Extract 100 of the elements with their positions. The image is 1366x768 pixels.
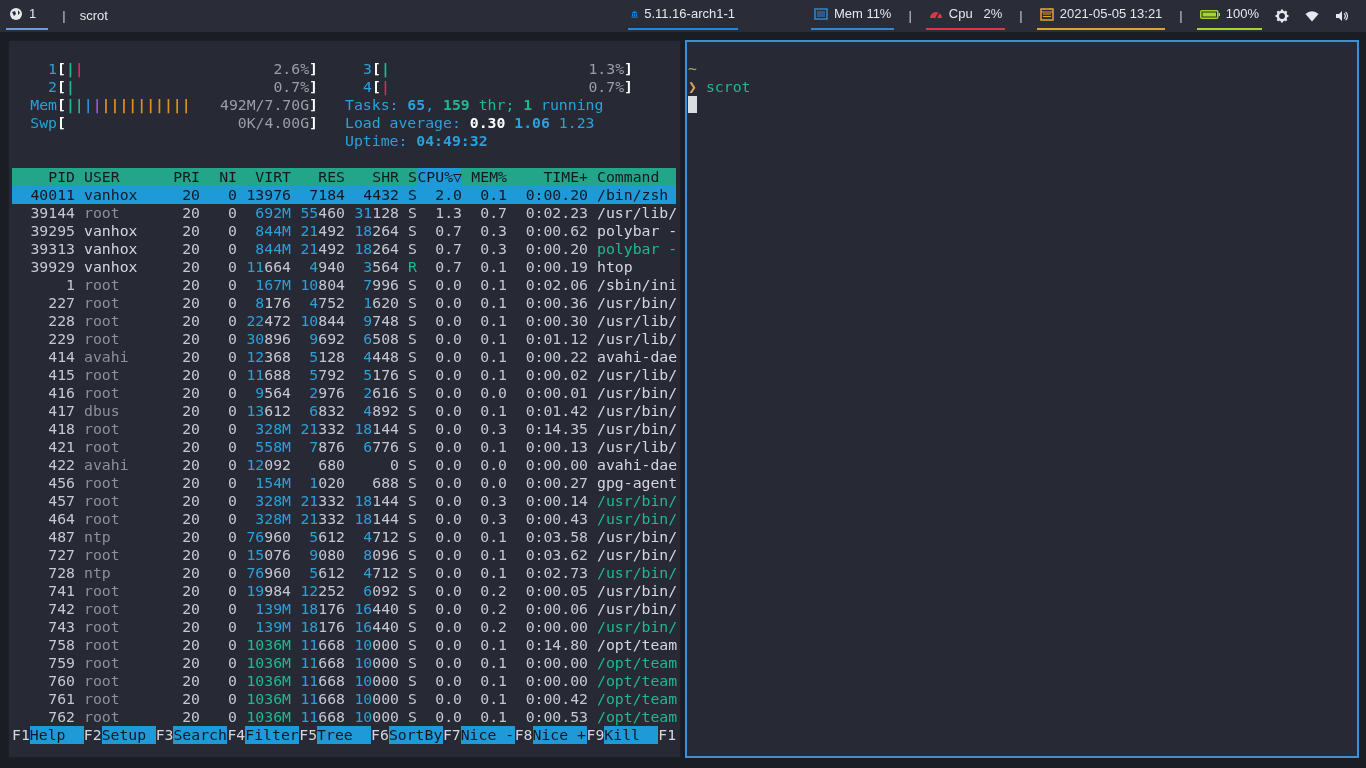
table-cell-text: root — [83, 474, 121, 492]
bar-module[interactable]: 5.11.16-arch1-1 — [628, 0, 738, 30]
column-header[interactable]: CPU%▽ — [417, 168, 462, 186]
function-key-button[interactable]: Filter — [245, 726, 300, 744]
process-row[interactable]: 760 root 20 0 1036M 11668 10000 S 0.0 0.1 0:00.00 /opt/team — [12, 672, 676, 690]
function-key-button[interactable]: Nice + — [532, 726, 587, 744]
table-cell-text: S — [407, 402, 417, 420]
table-cell-text: S — [407, 240, 417, 258]
table-cell-text: root — [83, 636, 121, 654]
table-cell-text: 0.1 — [479, 546, 507, 564]
function-key-button[interactable]: Nice - — [460, 726, 515, 744]
column-header[interactable]: USER — [75, 168, 170, 186]
process-row[interactable]: 414 avahi 20 0 12368 5128 4448 S 0.0 0.1 0:00.22 avahi-dae — [12, 348, 676, 366]
column-header[interactable]: Command — [588, 168, 678, 186]
table-cell-text: 20 — [181, 690, 200, 708]
process-row[interactable]: 229 root 20 0 30896 9692 6508 S 0.0 0.1 0:01.12 /usr/lib/ — [12, 330, 676, 348]
table-cell-text: 328M — [254, 510, 291, 528]
key-label: F1 — [12, 726, 30, 744]
column-header[interactable]: NI — [200, 168, 237, 186]
function-key-button[interactable]: Tree — [317, 726, 372, 744]
process-row[interactable]: 417 dbus 20 0 13612 6832 4892 S 0.0 0.1 0:01.42 /usr/bin/ — [12, 402, 676, 420]
process-row[interactable]: 742 root 20 0 139M 18176 16440 S 0.0 0.2 0:00.06 /usr/bin/ — [12, 600, 676, 618]
bar-module[interactable]: Cpu 2% — [925, 0, 1006, 30]
table-cell-text: root — [83, 654, 121, 672]
function-key-button[interactable]: Search — [173, 726, 228, 744]
bracket: [ — [57, 78, 66, 96]
function-key-button[interactable]: Help — [29, 726, 84, 744]
process-row[interactable]: 1 root 20 0 167M 10804 7996 S 0.0 0.1 0:02.06 /sbin/ini — [12, 276, 676, 294]
function-key-button[interactable]: SortBy — [388, 726, 443, 744]
bracket: ] — [309, 60, 318, 78]
table-cell-text: S — [407, 546, 417, 564]
table-cell-text: 11668 — [299, 690, 345, 708]
process-row[interactable]: 422 avahi 20 0 12092 680 0 S 0.0 0.0 0:00.00 avahi-dae — [12, 456, 676, 474]
process-row[interactable]: 421 root 20 0 558M 7876 6776 S 0.0 0.1 0:00.13 /usr/lib/ — [12, 438, 676, 456]
table-cell-text: 761 — [47, 690, 75, 708]
table-cell-text: S — [407, 600, 417, 618]
bar-module[interactable]: 2021-05-05 13:21 — [1036, 0, 1166, 30]
table-cell-text: 0:00.20 — [524, 240, 588, 258]
process-row[interactable]: 741 root 20 0 19984 12252 6092 S 0.0 0.2 0:00.05 /usr/bin/ — [12, 582, 676, 600]
process-row[interactable]: 758 root 20 0 1036M 11668 10000 S 0.0 0.1 0:14.80 /opt/team — [12, 636, 676, 654]
process-row[interactable]: 40011 vanhox 20 0 13976 7184 4432 S 2.0 0.1 0:00.20 /bin/zsh — [12, 186, 676, 204]
table-cell-text: 10000 — [353, 708, 399, 726]
column-header[interactable]: PRI — [170, 168, 200, 186]
table-cell-text: 0.1 — [479, 276, 507, 294]
table-cell-text: 0 — [227, 222, 237, 240]
meter-tick-text: | — [65, 78, 75, 96]
process-row[interactable]: 416 root 20 0 9564 2976 2616 S 0.0 0.0 0:00.01 /usr/bin/ — [12, 384, 676, 402]
key-label: F3 — [155, 726, 174, 744]
info-line: Load average: 0.30 1.06 1.23 — [345, 114, 595, 132]
table-cell-text: 1036M — [245, 672, 291, 690]
process-row[interactable]: 39295 vanhox 20 0 844M 21492 18264 S 0.7 0.3 0:00.62 polybar - — [12, 222, 676, 240]
wifi-icon[interactable] — [1305, 9, 1319, 23]
process-row[interactable]: 743 root 20 0 139M 18176 16440 S 0.0 0.2 0:00.00 /usr/bin/ — [12, 618, 676, 636]
table-cell-text: 7996 — [362, 276, 399, 294]
process-row[interactable]: 457 root 20 0 328M 21332 18144 S 0.0 0.3 0:00.14 /usr/bin/ — [12, 492, 676, 510]
table-cell-text: /opt/team — [596, 636, 678, 654]
bar-module[interactable]: 100% — [1196, 0, 1262, 30]
terminal-pane[interactable]: ~ ❯ scrot — [685, 40, 1359, 758]
process-row[interactable]: 39929 vanhox 20 0 11664 4940 3564 R 0.7 0.1 0:00.19 htop — [12, 258, 676, 276]
column-header[interactable]: VIRT — [237, 168, 291, 186]
bar-module[interactable]: 1 — [6, 0, 49, 30]
column-header[interactable]: TIME+ — [507, 168, 588, 186]
battery-icon — [1199, 7, 1220, 21]
table-cell-text: 20 — [181, 348, 200, 366]
meter-tick-text: | — [380, 60, 390, 78]
process-row[interactable]: 228 root 20 0 22472 10844 9748 S 0.0 0.1 0:00.30 /usr/lib/ — [12, 312, 676, 330]
process-row[interactable]: 727 root 20 0 15076 9080 8096 S 0.0 0.1 0:03.62 /usr/bin/ — [12, 546, 676, 564]
process-row[interactable]: 227 root 20 0 8176 4752 1620 S 0.0 0.1 0:00.36 /usr/bin/ — [12, 294, 676, 312]
table-cell-text: 0.0 — [434, 492, 462, 510]
table-cell-text: 0.0 — [434, 348, 462, 366]
table-cell-text: 6092 — [362, 582, 399, 600]
process-row[interactable]: 418 root 20 0 328M 21332 18144 S 0.0 0.3 0:14.35 /usr/bin/ — [12, 420, 676, 438]
process-row[interactable]: 39313 vanhox 20 0 844M 21492 18264 S 0.7 0.3 0:00.20 polybar - — [12, 240, 676, 258]
table-cell-text: 0:00.00 — [524, 672, 588, 690]
table-cell-text: 5612 — [308, 528, 345, 546]
function-key-button[interactable]: Setup — [101, 726, 156, 744]
process-row[interactable]: 456 root 20 0 154M 1020 688 S 0.0 0.0 0:00.27 gpg-agent — [12, 474, 676, 492]
column-header[interactable]: MEM% — [462, 168, 507, 186]
column-header[interactable]: S — [399, 168, 417, 186]
process-row[interactable]: 415 root 20 0 11688 5792 5176 S 0.0 0.1 0:00.02 /usr/lib/ — [12, 366, 676, 384]
process-row[interactable]: 39144 root 20 0 692M 55460 31128 S 1.3 0.7 0:02.23 /usr/lib/ — [12, 204, 676, 222]
column-header[interactable]: PID — [12, 168, 75, 186]
function-key-button[interactable]: Kill — [604, 726, 659, 744]
table-cell-text: 456 — [47, 474, 75, 492]
column-header[interactable]: RES — [291, 168, 345, 186]
column-header[interactable]: SHR — [345, 168, 399, 186]
process-row[interactable]: 487 ntp 20 0 76960 5612 4712 S 0.0 0.1 0:03.58 /usr/bin/ — [12, 528, 676, 546]
volume-icon[interactable] — [1335, 9, 1349, 23]
table-cell-text: 18176 — [299, 618, 345, 636]
settings-icon[interactable] — [1275, 9, 1289, 23]
table-cell-text: 1620 — [362, 294, 399, 312]
process-row[interactable]: 761 root 20 0 1036M 11668 10000 S 0.0 0.1 0:00.42 /opt/team — [12, 690, 676, 708]
process-row[interactable]: 762 root 20 0 1036M 11668 10000 S 0.0 0.1 0:00.53 /opt/team — [12, 708, 676, 726]
table-cell-text: S — [407, 330, 417, 348]
table-cell-text: 16440 — [353, 600, 399, 618]
process-row[interactable]: 464 root 20 0 328M 21332 18144 S 0.0 0.3 0:00.43 /usr/bin/ — [12, 510, 676, 528]
meter-label: 1 — [47, 60, 57, 78]
process-row[interactable]: 759 root 20 0 1036M 11668 10000 S 0.0 0.1 0:00.00 /opt/team — [12, 654, 676, 672]
process-row[interactable]: 728 ntp 20 0 76960 5612 4712 S 0.0 0.1 0:02.73 /usr/bin/ — [12, 564, 676, 582]
bar-module[interactable]: Mem 11% — [810, 0, 895, 30]
